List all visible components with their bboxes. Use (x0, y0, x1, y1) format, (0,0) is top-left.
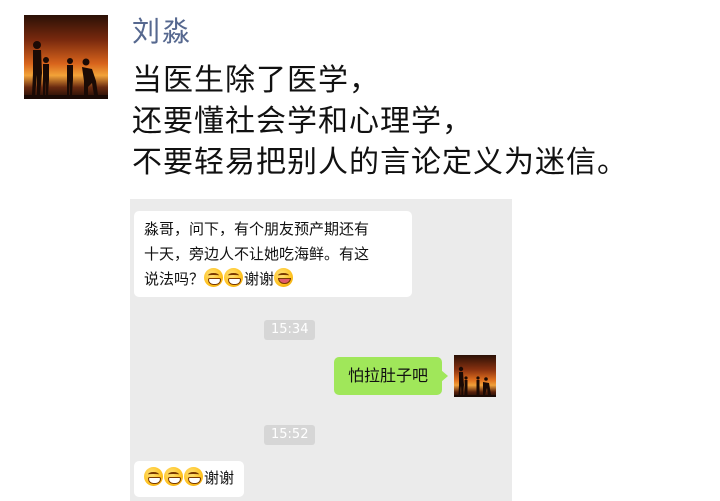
message-line-3-text: 说法吗？ (144, 270, 205, 288)
grinning-face-icon (184, 467, 203, 486)
family-silhouette-icon (454, 366, 496, 397)
post-author-name[interactable]: 刘淼 (132, 14, 192, 50)
grinning-face-icon (204, 268, 224, 287)
author-avatar[interactable] (24, 15, 108, 99)
message-line-2: 十天，旁边人不让她吃海鲜。有这 (144, 245, 370, 263)
grinning-face-icon (224, 268, 244, 287)
family-silhouette-icon (24, 41, 108, 99)
post-line-3: 不要轻易把别人的言论定义为迷信。 (132, 145, 628, 180)
incoming-message-bubble[interactable]: 淼哥，问下，有个朋友预产期还有 十天，旁边人不让她吃海鲜。有这 说法吗？ 谢谢 (134, 211, 412, 297)
post-line-1: 当医生除了医学， (132, 63, 380, 98)
message-line-3: 说法吗？ 谢谢 (144, 267, 402, 292)
winking-tongue-face-icon (274, 268, 294, 287)
post-body: 当医生除了医学， 还要懂社会学和心理学， 不要轻易把别人的言论定义为迷信。 (132, 60, 692, 183)
grinning-face-icon (144, 467, 163, 486)
sender-avatar[interactable] (454, 355, 496, 397)
thanks-text: 谢谢 (204, 469, 235, 487)
thanks-text: 谢谢 (244, 270, 275, 288)
timestamp-badge: 15:34 (264, 320, 316, 340)
chat-screenshot[interactable]: 淼哥，问下，有个朋友预产期还有 十天，旁边人不让她吃海鲜。有这 说法吗？ 谢谢 1… (130, 199, 512, 501)
incoming-message-bubble[interactable]: 谢谢 (134, 461, 244, 497)
timestamp-badge: 15:52 (264, 425, 316, 445)
message-line-1: 淼哥，问下，有个朋友预产期还有 (144, 220, 370, 238)
grinning-face-icon (164, 467, 183, 486)
post-line-2: 还要懂社会学和心理学， (132, 104, 473, 139)
outgoing-message-bubble[interactable]: 怕拉肚子吧 (334, 357, 448, 395)
